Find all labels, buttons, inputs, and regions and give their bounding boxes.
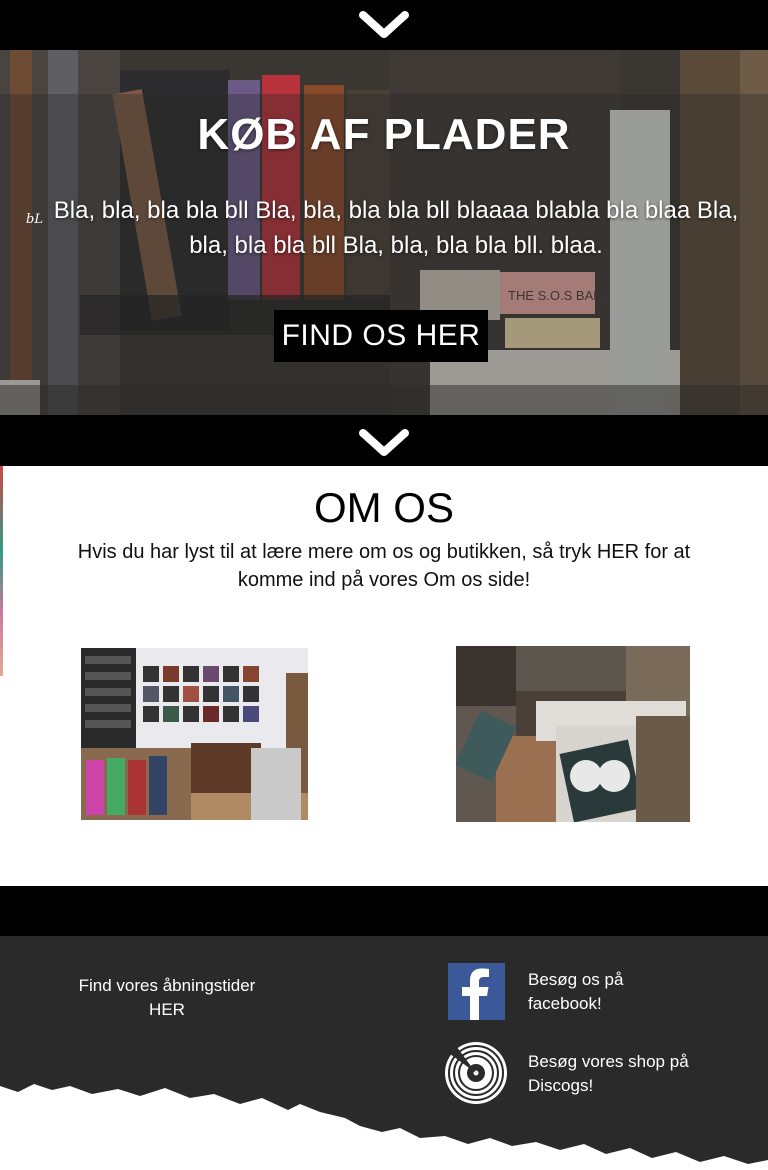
hero-text: Bla, bla, bla bla bll Bla, bla, bla bla … <box>53 197 739 259</box>
store-photo-left <box>81 648 308 820</box>
top-scroll-bar <box>0 0 768 50</box>
opening-hours-link[interactable]: Find vores åbningstider HER <box>62 974 272 1022</box>
middle-scroll-bar <box>0 415 768 466</box>
hero-title: KØB AF PLADER <box>197 110 571 159</box>
find-us-button[interactable]: FIND OS HER <box>274 310 488 362</box>
about-text[interactable]: Hvis du har lyst til at lære mere om os … <box>50 538 718 594</box>
footer-top-bar <box>0 886 768 936</box>
about-title: OM OS <box>313 484 454 531</box>
torn-paper-edge <box>0 1084 768 1170</box>
chevron-down-icon[interactable] <box>358 9 410 41</box>
store-photo-right <box>456 646 690 822</box>
facebook-icon[interactable] <box>448 963 505 1020</box>
hero-section: THE S.O.S BAND KØB AF PLADER bL Bla, bla… <box>0 50 768 415</box>
chevron-down-icon[interactable] <box>358 425 410 457</box>
footer: Find vores åbningstider HER Besøg os på … <box>0 936 768 1170</box>
facebook-link[interactable]: Besøg os på facebook! <box>528 968 688 1016</box>
about-section: OM OS Hvis du har lyst til at lære mere … <box>0 466 768 886</box>
